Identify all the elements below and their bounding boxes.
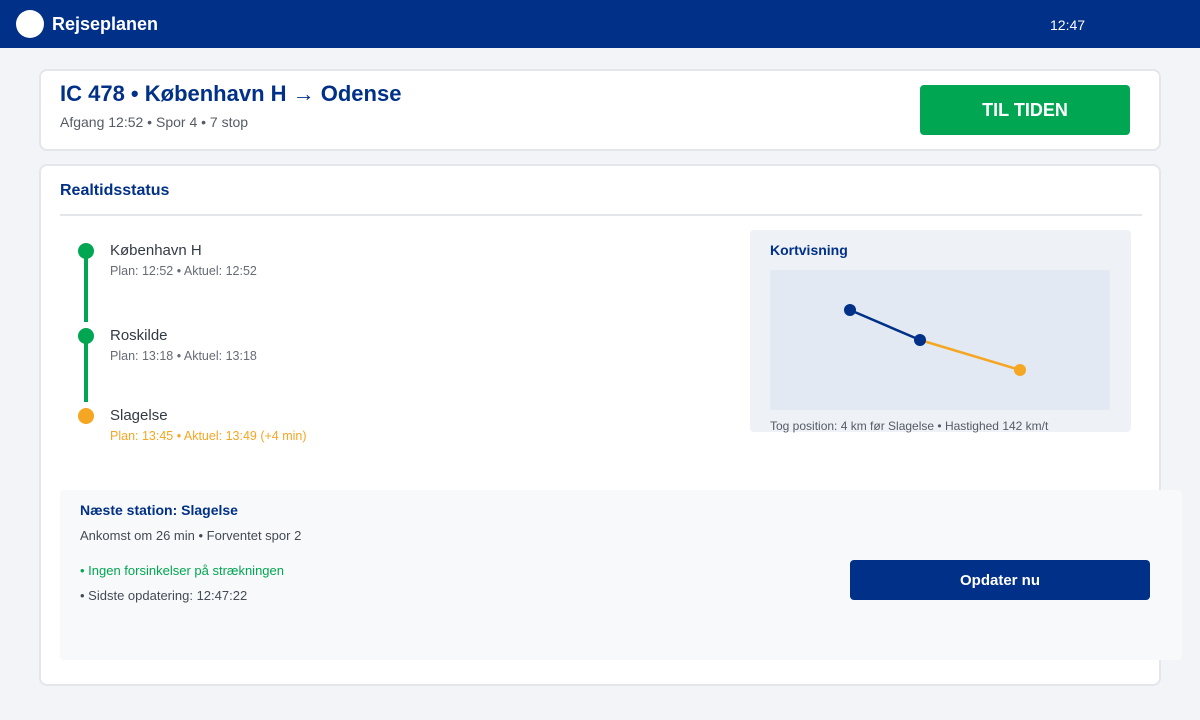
last-update-text: • Sidste opdatering: 12:47:22 xyxy=(80,588,248,603)
map-caption: Tog position: 4 km før Slagelse • Hastig… xyxy=(770,419,1049,433)
route-segment-passed xyxy=(849,308,921,342)
map-panel: Kortvisning Tog position: 4 km før Slage… xyxy=(750,230,1131,433)
timeline-line xyxy=(84,252,88,322)
stop-times: Plan: 13:18 • Aktuel: 13:18 xyxy=(110,349,257,363)
next-station-title: Næste station: Slagelse xyxy=(80,502,238,518)
clock: 12:47 xyxy=(1050,17,1086,33)
route-title: IC 478 • København H → Odense xyxy=(60,81,402,106)
realtime-card: Realtidsstatus København H Plan: 12:52 •… xyxy=(39,164,1182,686)
stop-marker-passed xyxy=(78,243,94,259)
timeline-line xyxy=(84,337,88,402)
next-station-panel: Næste station: Slagelse Ankomst om 26 mi… xyxy=(60,490,1182,660)
route-subtitle: Afgang 12:52 • Spor 4 • 7 stop xyxy=(60,114,249,130)
stop-marker-passed xyxy=(78,328,94,344)
train-position-marker xyxy=(914,334,926,346)
logo-icon xyxy=(16,10,44,38)
status-badge: TIL TIDEN xyxy=(920,85,1130,135)
map-title: Kortvisning xyxy=(770,242,848,258)
train-header-card: IC 478 • København H → Odense Afgang 12:… xyxy=(39,69,1161,151)
divider xyxy=(60,214,1142,216)
route-map[interactable] xyxy=(770,270,1110,410)
stop-name: Roskilde xyxy=(110,327,168,344)
route-map-graphic xyxy=(844,304,1026,376)
stop-times: Plan: 12:52 • Aktuel: 12:52 xyxy=(110,264,257,278)
next-station-subtitle: Ankomst om 26 min • Forventet spor 2 xyxy=(80,528,302,543)
delay-status-text: • Ingen forsinkelser på strækningen xyxy=(80,563,284,578)
station-marker xyxy=(844,304,856,316)
section-title: Realtidsstatus xyxy=(60,182,170,199)
top-bar: Rejseplanen 12:47 xyxy=(0,0,1200,48)
stop-times-delayed: Plan: 13:45 • Aktuel: 13:49 (+4 min) xyxy=(110,429,307,443)
stop-marker-delayed xyxy=(78,408,94,424)
next-station-marker xyxy=(1014,364,1026,376)
stop-name: København H xyxy=(110,242,202,259)
app-title: Rejseplanen xyxy=(52,14,159,34)
route-segment-upcoming xyxy=(919,338,1021,372)
stop-name: Slagelse xyxy=(110,407,168,424)
refresh-button[interactable]: Opdater nu xyxy=(850,560,1150,600)
